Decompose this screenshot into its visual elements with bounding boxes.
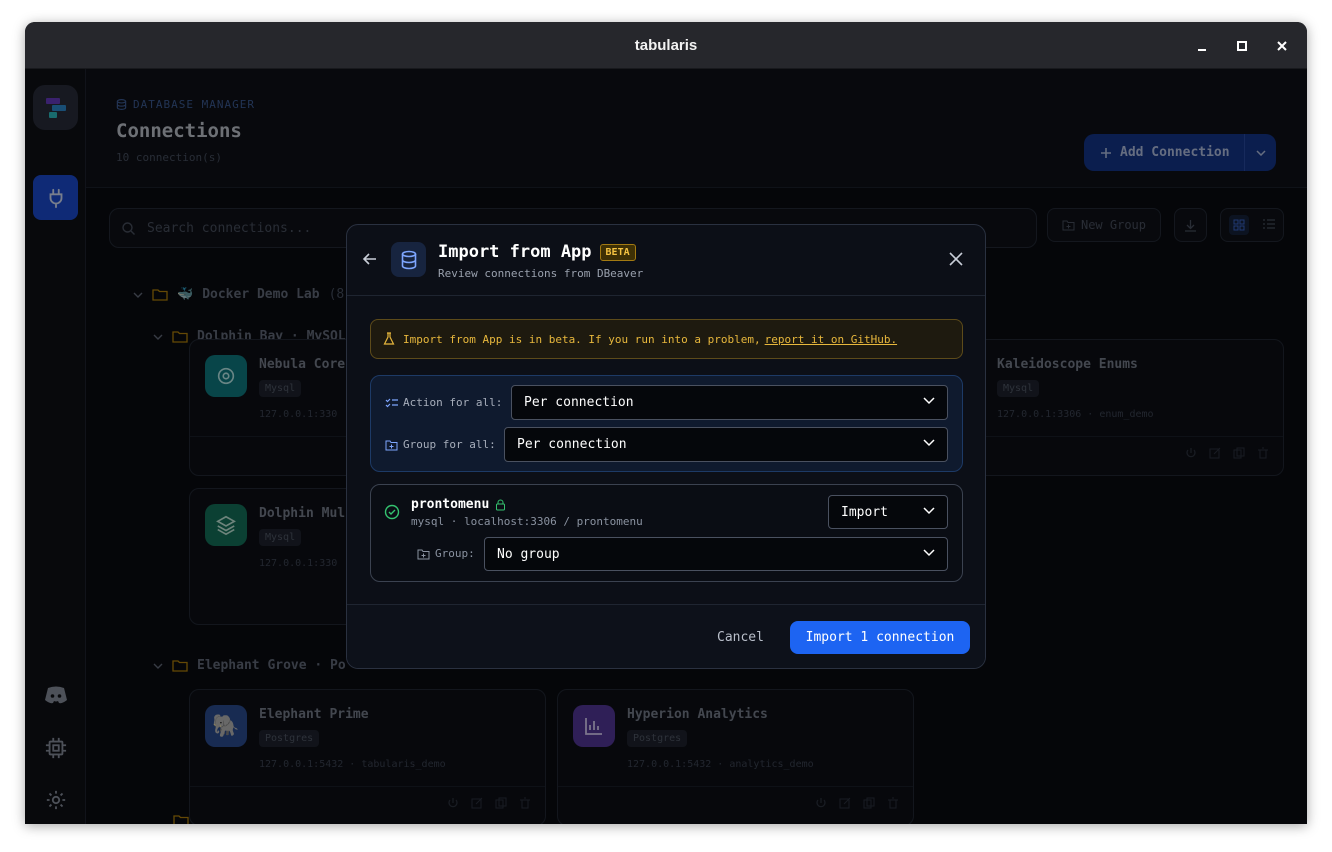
connection-action-value: Import — [841, 504, 888, 520]
folder-plus-icon — [417, 549, 430, 559]
check-circle-icon — [384, 504, 400, 520]
window-title: tabularis — [634, 36, 698, 54]
chevron-down-icon — [923, 549, 935, 557]
dialog-header: Import from App BETA Review connections … — [347, 225, 985, 296]
report-github-link[interactable]: report it on GitHub. — [765, 333, 897, 346]
action-for-all-label: Action for all: — [403, 396, 503, 409]
lock-icon — [496, 499, 506, 510]
dialog-title: Import from App — [438, 242, 592, 262]
chevron-down-icon — [923, 507, 935, 515]
group-for-all-label: Group for all: — [403, 438, 496, 451]
beta-notice: Import from App is in beta. If you run i… — [370, 319, 963, 359]
import-button[interactable]: Import 1 connection — [790, 621, 970, 654]
connection-meta: mysql · localhost:3306 / prontomenu — [411, 515, 643, 528]
cancel-button[interactable]: Cancel — [717, 630, 764, 645]
action-for-all-value: Per connection — [524, 395, 634, 410]
chevron-down-icon — [923, 439, 935, 447]
folder-plus-icon — [385, 440, 398, 450]
dialog-footer: Cancel Import 1 connection — [347, 604, 985, 668]
back-arrow-icon[interactable] — [362, 251, 378, 271]
notice-text: Import from App is in beta. If you run i… — [403, 332, 761, 346]
close-icon[interactable] — [949, 251, 963, 270]
flask-icon — [383, 332, 395, 345]
connection-action-select[interactable]: Import — [828, 495, 948, 529]
bulk-settings: Action for all: Per connection Group for… — [370, 375, 963, 472]
import-from-app-dialog: Import from App BETA Review connections … — [346, 224, 986, 669]
title-bar: tabularis — [25, 22, 1307, 69]
dialog-subtitle: Review connections from DBeaver — [438, 267, 644, 280]
maximize-icon[interactable] — [1231, 35, 1253, 57]
chevron-down-icon — [923, 397, 935, 405]
connection-name: prontomenu — [411, 497, 490, 512]
minimize-icon[interactable] — [1191, 35, 1213, 57]
connection-group-select[interactable]: No group — [484, 537, 948, 571]
app-window: tabularis DATABASE MANAGER Connections 1… — [25, 22, 1307, 824]
group-for-all-value: Per connection — [517, 437, 627, 452]
connection-row: prontomenu mysql · localhost:3306 / pron… — [370, 484, 963, 582]
group-for-all-select[interactable]: Per connection — [504, 427, 948, 462]
beta-badge: BETA — [599, 243, 636, 261]
checklist-icon — [385, 398, 398, 407]
database-icon — [391, 242, 426, 277]
action-for-all-select[interactable]: Per connection — [511, 385, 948, 420]
connection-group-label: Group: — [435, 547, 475, 560]
connection-group-value: No group — [497, 546, 560, 562]
close-window-icon[interactable] — [1271, 35, 1293, 57]
